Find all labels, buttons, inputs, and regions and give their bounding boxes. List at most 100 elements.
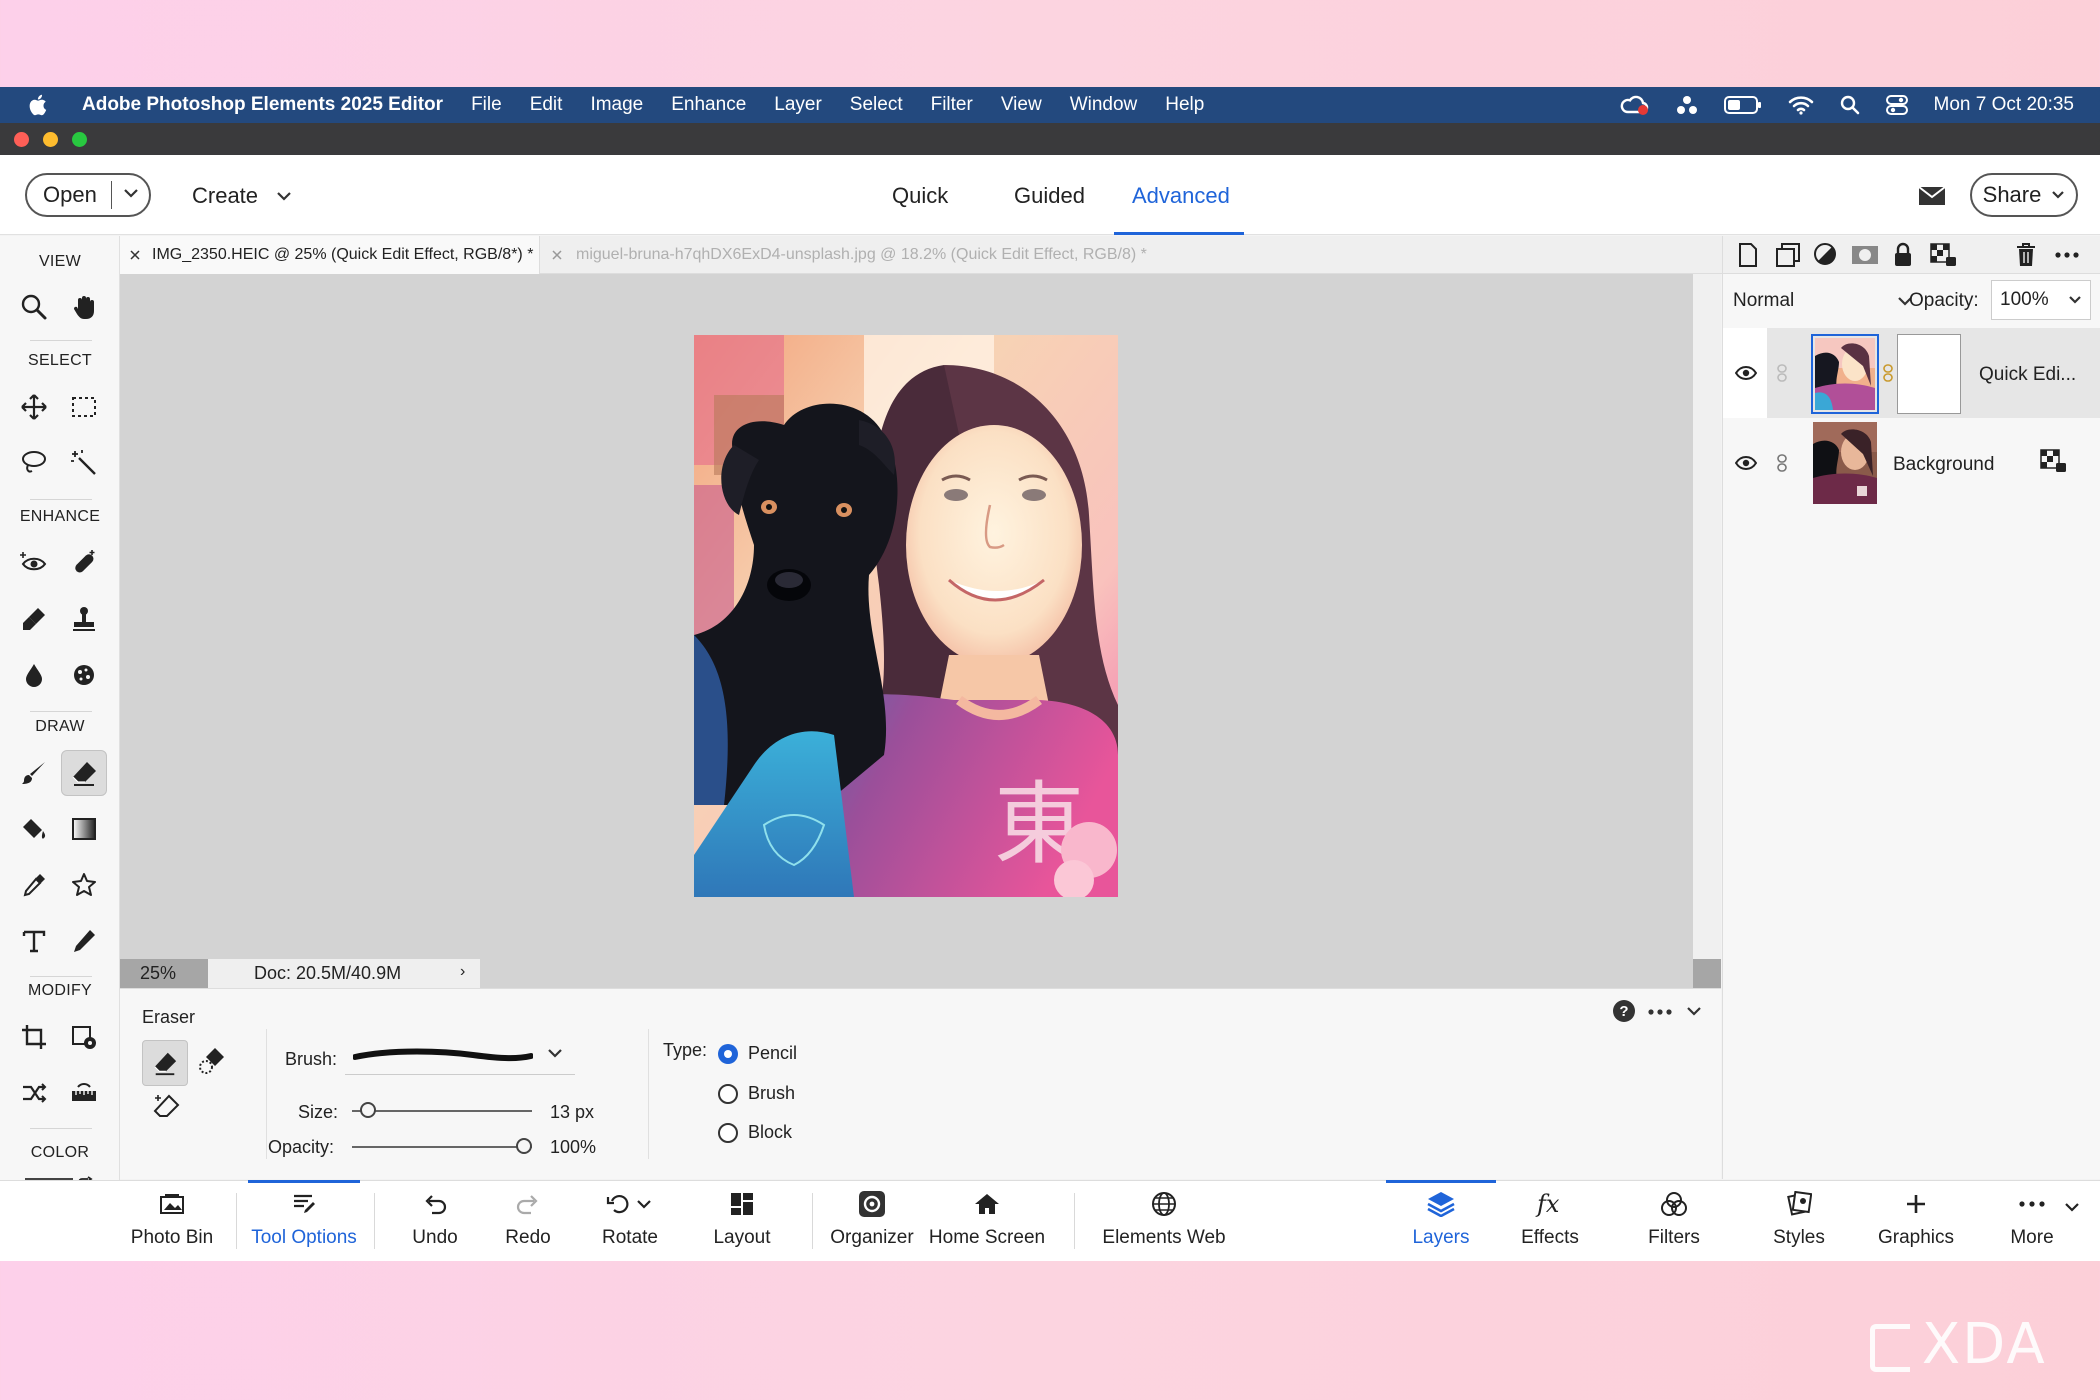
photo-bin-button[interactable]: Photo Bin [128,1181,216,1262]
close-window-button[interactable] [14,132,29,147]
create-menu[interactable]: Create [192,183,292,209]
background-thumbnail[interactable] [1813,422,1877,504]
creative-cloud-icon[interactable] [1620,94,1650,116]
chevron-down-icon[interactable] [547,1047,563,1059]
blur-tool-icon[interactable] [11,652,57,698]
more-button[interactable]: More [2002,1181,2062,1262]
tab-miguel-bruna[interactable]: miguel-bruna-h7qhDX6ExD4-unsplash.jpg @ … [550,236,1270,274]
blend-mode-dropdown[interactable]: Normal [1733,282,1913,320]
menu-help[interactable]: Help [1165,94,1204,116]
menu-select[interactable]: Select [850,94,903,116]
mode-guided[interactable]: Guided [1014,183,1085,209]
custom-shape-tool-icon[interactable] [61,862,107,908]
organizer-button[interactable]: Organizer [826,1181,918,1262]
apple-icon[interactable] [28,93,56,117]
app-name[interactable]: Adobe Photoshop Elements 2025 Editor [82,94,443,116]
opacity-slider-knob[interactable] [516,1138,532,1154]
mode-quick[interactable]: Quick [892,183,948,209]
spotlight-search-icon[interactable] [1840,95,1860,115]
battery-icon[interactable] [1723,95,1762,115]
layer-mask-icon[interactable] [1851,244,1879,266]
size-slider[interactable] [352,1102,532,1118]
elements-web-button[interactable]: Elements Web [1102,1181,1226,1262]
lock-icon[interactable] [1893,242,1913,268]
document-image[interactable]: 東 [694,335,1118,897]
open-button[interactable]: Open [25,173,151,217]
move-tool-icon[interactable] [11,384,57,430]
rotate-button[interactable]: Rotate [588,1181,672,1262]
share-button[interactable]: Share [1970,173,2078,217]
control-icon[interactable] [1676,94,1698,116]
brush-tool-icon[interactable] [11,750,57,796]
size-value[interactable]: 13 px [550,1102,594,1123]
magic-wand-tool-icon[interactable] [61,440,107,486]
menu-enhance[interactable]: Enhance [671,94,746,116]
filters-button[interactable]: Filters [1638,1181,1710,1262]
hand-tool-icon[interactable] [61,284,107,330]
eye-icon[interactable] [1735,455,1757,471]
graphics-button[interactable]: Graphics [1872,1181,1960,1262]
link-icon[interactable] [1777,454,1787,472]
eraser-mode-icon[interactable] [142,1040,188,1086]
type-radio-pencil[interactable]: Pencil [718,1043,797,1064]
type-radio-brush[interactable]: Brush [718,1083,795,1104]
styles-button[interactable]: Styles [1766,1181,1832,1262]
eye-icon[interactable] [1735,365,1757,381]
layer-row-quick-edit[interactable]: Quick Edi... [1723,328,2100,418]
zoom-level[interactable]: 25% [120,959,208,988]
clone-stamp-tool-icon[interactable] [61,596,107,642]
status-menu-arrow-icon[interactable]: › [460,963,465,981]
pencil-tool-icon[interactable] [61,918,107,964]
layer-name[interactable]: Quick Edi... [1979,364,2076,386]
mode-advanced[interactable]: Advanced [1132,183,1230,209]
gradient-tool-icon[interactable] [61,806,107,852]
opacity-value[interactable]: 100% [550,1137,596,1158]
menu-window[interactable]: Window [1070,94,1138,116]
zoom-window-button[interactable] [72,132,87,147]
mail-icon[interactable] [1918,185,1946,207]
chevron-down-icon[interactable] [1686,1005,1702,1017]
menu-filter[interactable]: Filter [931,94,973,116]
close-icon[interactable] [552,250,562,260]
layer-mask-thumbnail[interactable] [1897,334,1961,414]
chevron-down-icon[interactable] [2064,1201,2080,1213]
delete-layer-icon[interactable] [2015,242,2037,268]
zoom-tool-icon[interactable] [11,284,57,330]
crop-tool-icon[interactable] [11,1014,57,1060]
undo-button[interactable]: Undo [400,1181,470,1262]
layout-button[interactable]: Layout [706,1181,778,1262]
opacity-slider[interactable] [352,1138,532,1154]
clock[interactable]: Mon 7 Oct 20:35 [1934,94,2074,116]
help-icon[interactable]: ? [1612,999,1636,1023]
marquee-tool-icon[interactable] [61,384,107,430]
paint-bucket-tool-icon[interactable] [11,806,57,852]
effects-button[interactable]: fx Effects [1516,1181,1584,1262]
red-eye-tool-icon[interactable] [11,540,57,586]
vertical-scrollbar[interactable] [1693,274,1721,959]
adjustment-layer-icon[interactable] [1813,242,1837,266]
control-center-icon[interactable] [1885,95,1908,115]
content-aware-move-tool-icon[interactable] [11,1070,57,1116]
tab-img-2350[interactable]: IMG_2350.HEIC @ 25% (Quick Edit Effect, … [120,236,540,274]
lasso-tool-icon[interactable] [11,440,57,486]
menu-layer[interactable]: Layer [774,94,822,116]
link-icon[interactable] [1777,364,1787,382]
layers-button[interactable]: Layers [1386,1180,1496,1262]
horizontal-scrollbar[interactable] [480,959,1693,988]
mask-link-icon[interactable] [1883,364,1893,382]
more-options-icon[interactable] [1648,1009,1672,1015]
smart-brush-tool-icon[interactable] [11,596,57,642]
layer-name[interactable]: Background [1893,454,1994,476]
menu-image[interactable]: Image [590,94,643,116]
background-eraser-icon[interactable] [198,1045,228,1075]
redo-button[interactable]: Redo [492,1181,564,1262]
close-icon[interactable] [130,250,140,260]
menu-file[interactable]: File [471,94,502,116]
chevron-down-icon[interactable] [123,187,139,199]
home-screen-button[interactable]: Home Screen [929,1181,1045,1262]
spot-healing-tool-icon[interactable] [61,540,107,586]
recompose-tool-icon[interactable] [61,1014,107,1060]
wifi-icon[interactable] [1788,95,1814,115]
layer-row-background[interactable]: Background [1723,418,2100,508]
size-slider-knob[interactable] [360,1102,377,1118]
